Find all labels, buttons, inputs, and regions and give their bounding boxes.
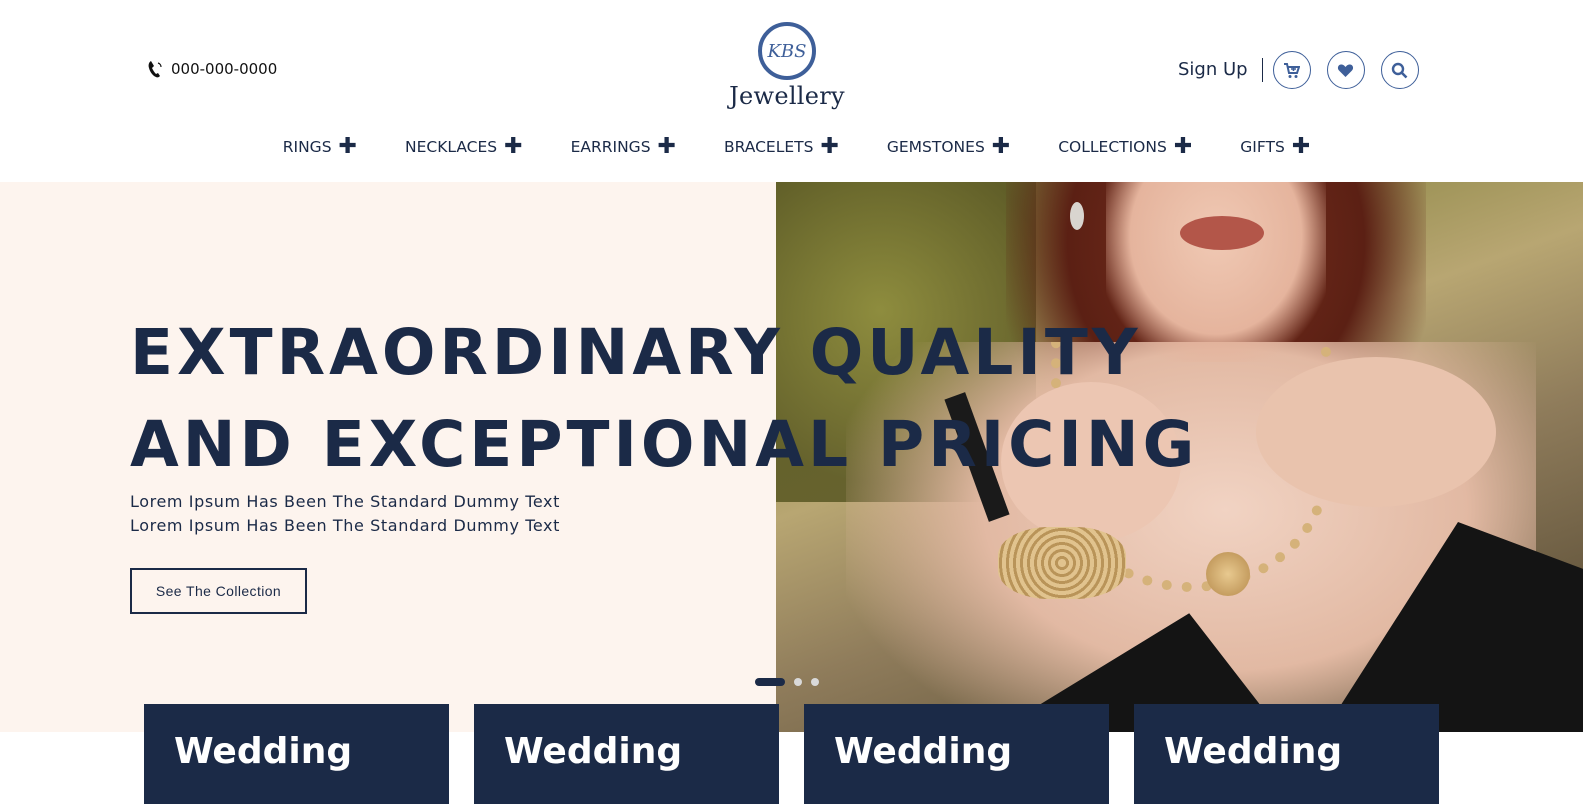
plus-icon[interactable]: ✚ [820, 136, 838, 158]
nav-item-rings[interactable]: RINGS ✚ [282, 136, 357, 158]
search-button[interactable] [1380, 51, 1419, 89]
slider-dot-2[interactable] [794, 678, 802, 686]
site-header: 000-000-0000 KBS Jewellery Sign Up RINGS… [0, 0, 1583, 182]
nav-label: GIFTS [1240, 138, 1285, 156]
category-cards: Wedding Wedding Wedding Wedding [144, 704, 1439, 804]
category-card[interactable]: Wedding [144, 704, 449, 804]
slider-pagination [755, 678, 819, 686]
photo-pendant [1206, 552, 1250, 596]
site-logo[interactable]: KBS Jewellery [727, 22, 847, 110]
nav-label: EARRINGS [570, 138, 651, 156]
nav-item-necklaces[interactable]: NECKLACES ✚ [404, 136, 523, 158]
photo-hand-right [1256, 357, 1496, 507]
see-collection-button[interactable]: See The Collection [130, 568, 307, 614]
category-card[interactable]: Wedding [804, 704, 1109, 804]
nav-label: RINGS [282, 138, 332, 156]
main-nav: RINGS ✚ NECKLACES ✚ EARRINGS ✚ BRACELETS… [0, 136, 1583, 158]
nav-label: NECKLACES [404, 138, 498, 156]
heart-icon [1338, 64, 1354, 77]
plus-icon[interactable]: ✚ [658, 136, 676, 158]
hero-banner: EXTRAORDINARY QUALITY AND EXCEPTIONAL PR… [0, 182, 1583, 732]
plus-icon[interactable]: ✚ [1292, 136, 1310, 158]
photo-bracelet [998, 527, 1126, 599]
wishlist-button[interactable] [1326, 51, 1365, 89]
nav-label: GEMSTONES [886, 138, 985, 156]
hero-title-line2: AND EXCEPTIONAL PRICING [130, 408, 1199, 481]
hero-title: EXTRAORDINARY QUALITY AND EXCEPTIONAL PR… [130, 307, 1198, 491]
card-title: Wedding [834, 731, 1013, 772]
hero-title-line1: EXTRAORDINARY QUALITY [130, 316, 1142, 389]
photo-earring [1070, 202, 1084, 230]
photo-lips [1180, 216, 1264, 250]
category-card[interactable]: Wedding [474, 704, 779, 804]
phone-icon [148, 61, 162, 78]
phone-contact[interactable]: 000-000-0000 [147, 59, 277, 79]
slider-dot-1[interactable] [755, 678, 785, 686]
logo-mark: KBS [758, 22, 816, 80]
nav-item-gifts[interactable]: GIFTS ✚ [1240, 136, 1310, 158]
card-title: Wedding [1164, 731, 1343, 772]
phone-number: 000-000-0000 [171, 60, 278, 78]
logo-wordmark: Jewellery [729, 82, 845, 110]
hero-subtitle: Lorem Ipsum Has Been The Standard Dummy … [130, 492, 561, 535]
slider-dot-3[interactable] [811, 678, 819, 686]
nav-label: COLLECTIONS [1058, 138, 1167, 156]
header-actions: Sign Up [1178, 50, 1419, 90]
card-title: Wedding [504, 731, 683, 772]
signup-link[interactable]: Sign Up [1178, 58, 1263, 82]
plus-icon[interactable]: ✚ [992, 136, 1010, 158]
nav-item-earrings[interactable]: EARRINGS ✚ [570, 136, 676, 158]
nav-label: BRACELETS [723, 138, 814, 156]
plus-icon[interactable]: ✚ [1174, 136, 1192, 158]
plus-icon[interactable]: ✚ [339, 136, 357, 158]
category-card[interactable]: Wedding [1134, 704, 1439, 804]
cart-button[interactable] [1272, 51, 1311, 89]
search-icon [1391, 62, 1408, 78]
cart-icon [1284, 62, 1301, 78]
nav-item-bracelets[interactable]: BRACELETS ✚ [723, 136, 839, 158]
plus-icon[interactable]: ✚ [504, 136, 522, 158]
nav-item-gemstones[interactable]: GEMSTONES ✚ [886, 136, 1010, 158]
card-title: Wedding [174, 731, 353, 772]
nav-item-collections[interactable]: COLLECTIONS ✚ [1058, 136, 1192, 158]
